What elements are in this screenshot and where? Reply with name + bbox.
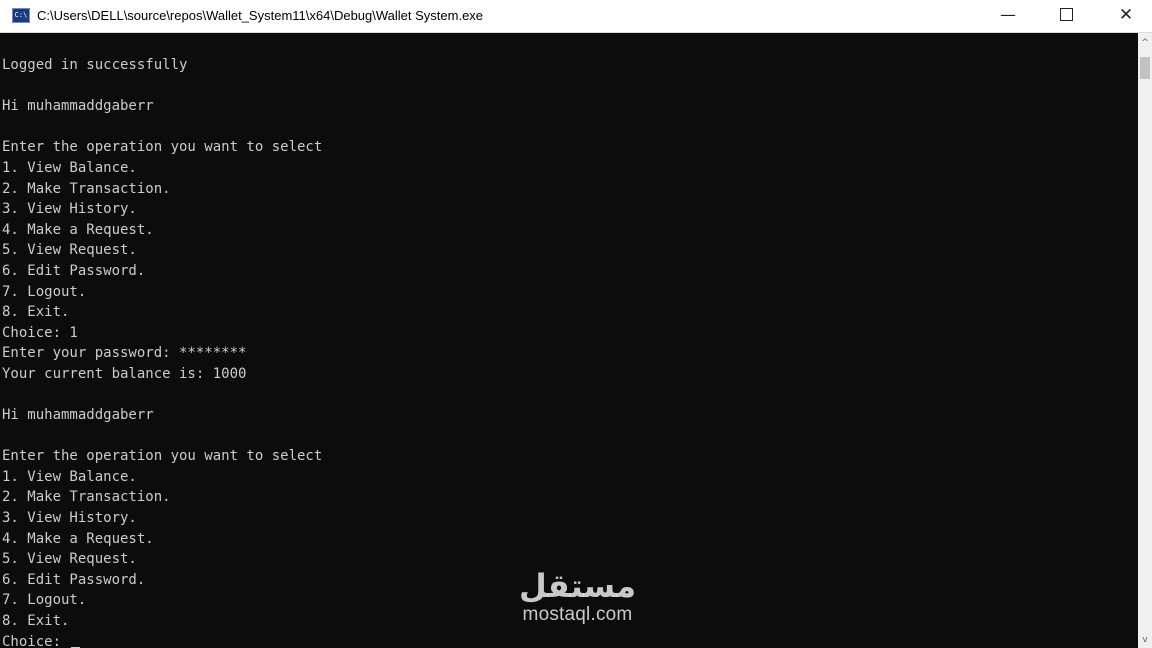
console-line: 8. Exit. bbox=[2, 613, 70, 630]
maximize-button[interactable] bbox=[1040, 0, 1092, 32]
title-bar[interactable]: C:\ C:\Users\DELL\source\repos\Wallet_Sy… bbox=[0, 0, 1152, 33]
maximize-icon bbox=[1059, 8, 1073, 21]
console-line: 4. Make a Request. bbox=[2, 530, 154, 547]
console-window: C:\ C:\Users\DELL\source\repos\Wallet_Sy… bbox=[0, 0, 1152, 648]
console-line: 5. View Request. bbox=[2, 551, 137, 568]
close-icon: ✕ bbox=[1118, 5, 1134, 25]
console-line: Choice: 1 bbox=[2, 324, 78, 341]
console-line: 2. Make Transaction. bbox=[2, 489, 171, 506]
console-line: 1. View Balance. bbox=[2, 468, 137, 485]
vertical-scrollbar[interactable]: ^ v bbox=[1138, 33, 1152, 648]
console-line: 5. View Request. bbox=[2, 242, 137, 259]
console-line: Enter your password: ******** bbox=[2, 345, 247, 362]
close-button[interactable]: ✕ bbox=[1100, 0, 1152, 32]
console-output[interactable]: Logged in successfully Hi muhammaddgaberr… bbox=[0, 33, 1138, 648]
console-line: Enter the operation you want to select bbox=[2, 139, 323, 156]
console-line: Choice: bbox=[2, 632, 322, 648]
minimize-button[interactable]: — bbox=[982, 0, 1034, 32]
console-line: Hi muhammaddgaberr bbox=[2, 98, 154, 115]
console-line: 2. Make Transaction. bbox=[2, 180, 171, 197]
scroll-down-arrow-icon[interactable]: v bbox=[1138, 632, 1152, 648]
console-line: 6. Edit Password. bbox=[2, 262, 146, 279]
console-app-icon: C:\ bbox=[12, 8, 30, 23]
scroll-thumb[interactable] bbox=[1140, 57, 1150, 79]
console-line: 1. View Balance. bbox=[2, 159, 137, 176]
minimize-icon: — bbox=[1000, 5, 1016, 24]
console-lines: Logged in successfully Hi muhammaddgaberr… bbox=[2, 55, 322, 648]
console-line: Hi muhammaddgaberr bbox=[2, 407, 154, 424]
scroll-up-arrow-icon[interactable]: ^ bbox=[1138, 35, 1152, 51]
console-line: Logged in successfully bbox=[2, 57, 188, 73]
console-line: Your current balance is: 1000 bbox=[2, 365, 247, 382]
console-line: 3. View History. bbox=[2, 201, 137, 218]
console-line: 7. Logout. bbox=[2, 592, 87, 609]
window-title: C:\Users\DELL\source\repos\Wallet_System… bbox=[37, 8, 484, 23]
console-line: 6. Edit Password. bbox=[2, 571, 146, 588]
console-line: 8. Exit. bbox=[2, 304, 70, 321]
console-line: 7. Logout. bbox=[2, 283, 87, 300]
console-line: 4. Make a Request. bbox=[2, 221, 154, 238]
console-line: 3. View History. bbox=[2, 510, 137, 527]
console-line: Enter the operation you want to select bbox=[2, 448, 323, 465]
